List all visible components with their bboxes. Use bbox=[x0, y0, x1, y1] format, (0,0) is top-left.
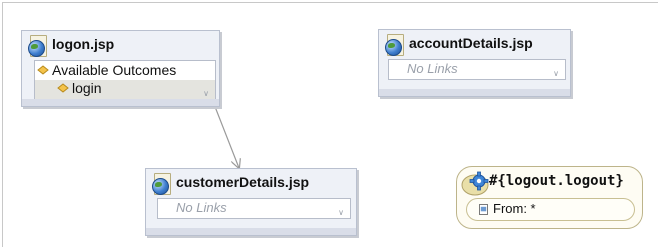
node-title: accountDetails.jsp bbox=[409, 35, 533, 51]
from-box: From: * bbox=[466, 198, 635, 221]
action-gear-icon bbox=[461, 171, 489, 196]
jsp-globe-icon bbox=[385, 34, 405, 56]
chevron-down-icon[interactable]: ∨ bbox=[553, 69, 559, 78]
chevron-down-icon[interactable]: ∨ bbox=[203, 89, 209, 98]
node-footer bbox=[146, 228, 356, 235]
node-title: logon.jsp bbox=[52, 36, 115, 52]
chevron-down-icon[interactable]: ∨ bbox=[338, 208, 344, 217]
links-box: No Links ∨ bbox=[157, 198, 351, 219]
login-to-customerDetails-arrow[interactable] bbox=[211, 98, 239, 168]
no-links-label: No Links bbox=[407, 61, 458, 76]
outcomes-icon bbox=[37, 65, 49, 75]
outcome-row-login[interactable]: login bbox=[35, 80, 215, 99]
outcomes-box: Available Outcomes login ∨ bbox=[34, 60, 216, 100]
node-footer bbox=[22, 99, 219, 106]
logon-jsp-node[interactable]: logon.jsp Available Outcomes login ∨ bbox=[21, 30, 220, 107]
jsp-globe-icon bbox=[152, 173, 172, 195]
jsp-globe-icon bbox=[28, 35, 48, 57]
action-title: #{logout.logout} bbox=[489, 173, 624, 189]
accountDetails-jsp-node[interactable]: accountDetails.jsp No Links ∨ bbox=[378, 29, 571, 97]
outcome-icon bbox=[57, 83, 69, 93]
no-links-label: No Links bbox=[176, 200, 227, 215]
customerDetails-jsp-node[interactable]: customerDetails.jsp No Links ∨ bbox=[145, 168, 357, 236]
node-title: customerDetails.jsp bbox=[176, 174, 310, 190]
node-footer bbox=[379, 89, 570, 96]
logout-action-node[interactable]: #{logout.logout} From: * bbox=[456, 166, 643, 229]
page-icon bbox=[479, 204, 488, 215]
outcome-login-label: login bbox=[72, 80, 102, 96]
outcomes-header-text: Available Outcomes bbox=[52, 62, 177, 78]
from-label: From: * bbox=[493, 201, 536, 216]
links-box: No Links ∨ bbox=[388, 59, 566, 80]
available-outcomes-label: Available Outcomes bbox=[37, 62, 176, 78]
